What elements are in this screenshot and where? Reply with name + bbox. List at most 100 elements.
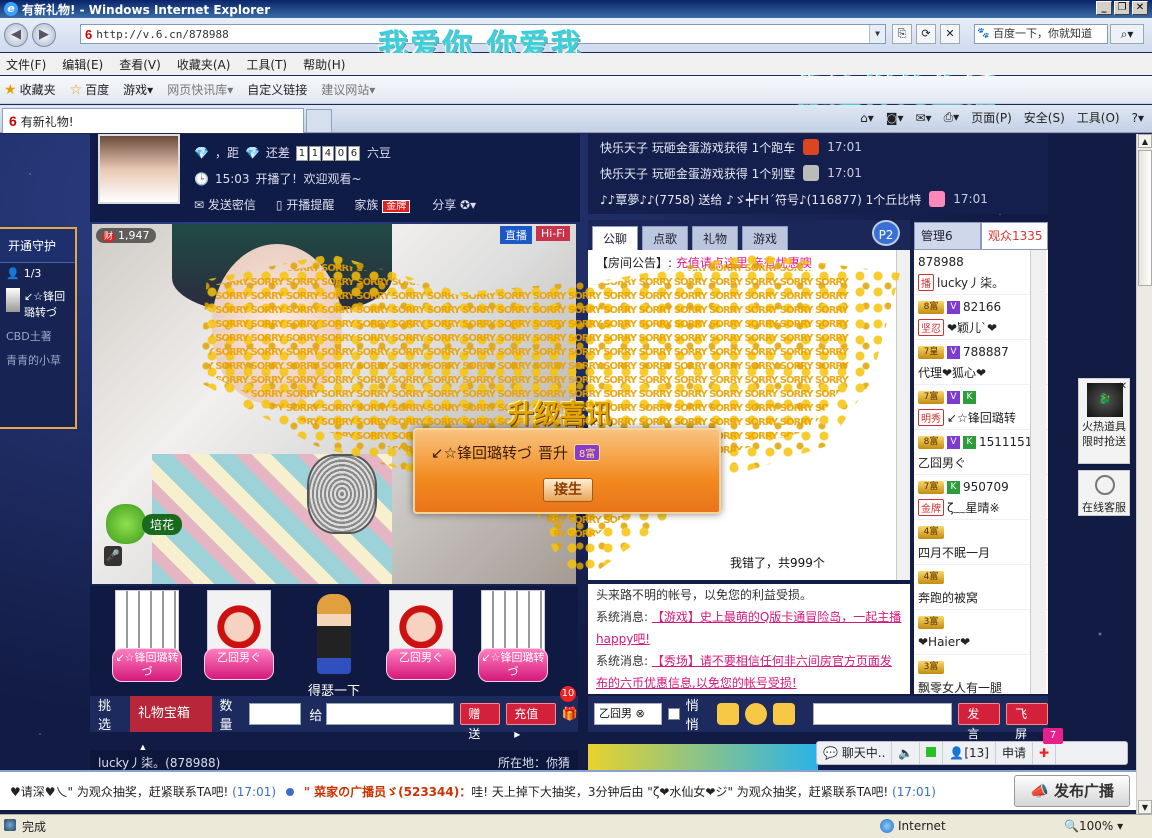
- forward-button[interactable]: ▶: [32, 23, 56, 47]
- member-row[interactable]: 8富 V 82166 坚忍 ❤颖儿`❤: [914, 295, 1048, 340]
- menu-file[interactable]: 文件(F): [6, 56, 46, 73]
- guard-member[interactable]: 青青的小草: [0, 348, 75, 372]
- open-guard-button[interactable]: 开通守护: [0, 229, 75, 263]
- tab-song-request[interactable]: 点歌: [642, 226, 688, 250]
- stop-icon[interactable]: ✕: [940, 24, 960, 44]
- fav-games[interactable]: 游戏 ▾: [123, 81, 153, 98]
- online-status[interactable]: [920, 742, 944, 764]
- gift-recipient-input[interactable]: [326, 703, 455, 725]
- favorites-button[interactable]: ★ 收藏夹: [4, 81, 56, 98]
- zoom-level[interactable]: 🔍100% ▾: [1064, 819, 1123, 833]
- feeds-icon[interactable]: ◙▾: [886, 111, 904, 125]
- tab-audience[interactable]: 观众1335: [981, 222, 1048, 250]
- close-window-button[interactable]: ✕: [1132, 1, 1148, 15]
- im-chat-status[interactable]: 💬 聊天中..: [817, 742, 893, 764]
- live-remind-button[interactable]: ▯ 开播提醒: [276, 196, 334, 213]
- fav-custom-links[interactable]: 自定义链接: [247, 81, 307, 98]
- cmd-tools[interactable]: 工具(O): [1077, 109, 1120, 126]
- member-row[interactable]: 8富 V K 1511151 乙囧男ぐ: [914, 430, 1048, 475]
- fav-baidu[interactable]: ☆ 百度: [70, 81, 110, 98]
- menu-edit[interactable]: 编辑(E): [62, 56, 103, 73]
- im-apply[interactable]: 申请: [996, 742, 1033, 764]
- address-dropdown-button[interactable]: ▼: [869, 25, 885, 43]
- tab-admins[interactable]: 管理6: [914, 222, 981, 250]
- menu-tools[interactable]: 工具(T): [246, 56, 287, 73]
- menu-view[interactable]: 查看(V): [119, 56, 161, 73]
- close-icon[interactable]: ✕: [1119, 379, 1127, 394]
- p2-icon[interactable]: P2: [872, 220, 900, 246]
- new-tab-button[interactable]: [306, 109, 332, 133]
- gift-item[interactable]: 乙囧男ぐ: [204, 590, 274, 680]
- member-row[interactable]: 4富 奔跑的被窝: [914, 565, 1048, 610]
- image-icon[interactable]: [717, 703, 740, 725]
- whisper-checkbox[interactable]: [667, 708, 680, 720]
- guard-member[interactable]: ↙☆锋回璐转づ: [0, 284, 75, 324]
- cmd-safety[interactable]: 安全(S): [1024, 109, 1065, 126]
- scroll-down-button[interactable]: ▼: [1138, 800, 1152, 814]
- scroll-up-button[interactable]: ▲: [1138, 134, 1152, 148]
- chat-scrollbar[interactable]: [896, 250, 910, 580]
- fly-screen-button[interactable]: 飞屏: [1006, 703, 1048, 741]
- special-emoji-icon[interactable]: [773, 703, 796, 725]
- publish-broadcast-button[interactable]: 📣 发布广播: [1014, 775, 1130, 807]
- add-icon[interactable]: ✚: [1033, 742, 1057, 764]
- share-button[interactable]: 分享 ✪▾: [432, 196, 476, 213]
- member-row[interactable]: 7皇 V 788887 代理❤狐心❤: [914, 340, 1048, 385]
- gift-item[interactable]: ↙☆锋回璐转づ: [478, 590, 548, 682]
- fav-suggested-sites[interactable]: 建议网站 ▾: [321, 81, 375, 98]
- member-row[interactable]: 7富 V K 明秀 ↙☆锋回璐转: [914, 385, 1048, 430]
- menu-help[interactable]: 帮助(H): [303, 56, 345, 73]
- recharge-button[interactable]: 充值 ▸: [506, 703, 556, 741]
- member-row[interactable]: 3富 飘零女人有一腿: [914, 655, 1048, 694]
- family-link[interactable]: 家族 金牌: [354, 196, 411, 213]
- guard-member[interactable]: CBD土著: [0, 324, 75, 348]
- tab-games[interactable]: 游戏: [742, 226, 788, 250]
- gift-item[interactable]: ↙☆锋回璐转づ: [112, 590, 182, 682]
- search-input[interactable]: 百度一下，你就知道: [974, 24, 1108, 44]
- send-private-msg-button[interactable]: ✉ 发送密信: [194, 196, 256, 213]
- send-message-button[interactable]: 发言: [958, 703, 1001, 741]
- chat-target-select[interactable]: 乙囧男 ⊗: [594, 703, 662, 725]
- show-off-gift[interactable]: 得瑟一下: [308, 594, 360, 699]
- refresh-icon[interactable]: ⟳: [916, 24, 936, 44]
- tab-current[interactable]: 6 有新礼物!: [2, 108, 304, 133]
- member-row[interactable]: 878988 播 lucky丿柒。: [914, 250, 1048, 295]
- tab-public-chat[interactable]: 公聊: [592, 226, 638, 250]
- menu-favorites[interactable]: 收藏夹(A): [177, 56, 231, 73]
- site-favicon-icon: 6: [85, 26, 93, 42]
- help-icon[interactable]: ?▾: [1132, 111, 1144, 125]
- cmd-page[interactable]: 页面(P): [971, 109, 1012, 126]
- member-row[interactable]: 4富 四月不眠一月: [914, 520, 1048, 565]
- member-row[interactable]: 7富 K 950709 金牌 ζ﹏星晴※: [914, 475, 1048, 520]
- print-icon[interactable]: ⎙▾: [944, 110, 960, 125]
- page-scrollbar[interactable]: ▲ ▼: [1136, 134, 1152, 814]
- gift-item[interactable]: 乙囧男ぐ: [386, 590, 456, 680]
- anchor-avatar[interactable]: [98, 134, 180, 204]
- volume-icon[interactable]: 🔈: [892, 742, 921, 764]
- home-icon[interactable]: ⌂▾: [860, 111, 874, 125]
- peihua-button[interactable]: 培花: [106, 504, 183, 544]
- hot-props-widget[interactable]: 🐉 ✕ 火热道具 限时抢送: [1078, 378, 1130, 464]
- scroll-thumb[interactable]: [1138, 150, 1152, 286]
- back-button[interactable]: ◀: [4, 23, 28, 47]
- mail-icon[interactable]: ✉▾: [915, 111, 931, 125]
- tab-gifts[interactable]: 礼物: [692, 226, 738, 250]
- gift-box-icon[interactable]: 🎁: [562, 707, 578, 722]
- fav-webslice[interactable]: 网页快讯库 ▾: [167, 81, 233, 98]
- security-zone[interactable]: Internet: [880, 819, 946, 833]
- mic-icon[interactable]: 🎤: [104, 546, 122, 566]
- search-button[interactable]: ⌕▾: [1110, 24, 1144, 44]
- im-friend-count[interactable]: 👤[13]: [943, 742, 996, 764]
- emoji-icon[interactable]: [745, 703, 768, 725]
- give-gift-button[interactable]: 赠送: [460, 703, 501, 741]
- chat-message-input[interactable]: [813, 703, 953, 725]
- gift-category-select[interactable]: 礼物宝箱 ▲: [129, 696, 212, 757]
- member-scrollbar[interactable]: [1030, 250, 1046, 694]
- gift-quantity-input[interactable]: [249, 703, 302, 725]
- minimize-button[interactable]: _: [1096, 1, 1112, 15]
- restore-button[interactable]: ❐: [1114, 1, 1130, 15]
- compat-view-icon[interactable]: ⎘: [892, 24, 912, 44]
- member-row[interactable]: 3富 ❤Haier❤: [914, 610, 1048, 655]
- congrats-button[interactable]: 接生: [543, 478, 593, 502]
- online-service-widget[interactable]: 在线客服: [1078, 470, 1130, 516]
